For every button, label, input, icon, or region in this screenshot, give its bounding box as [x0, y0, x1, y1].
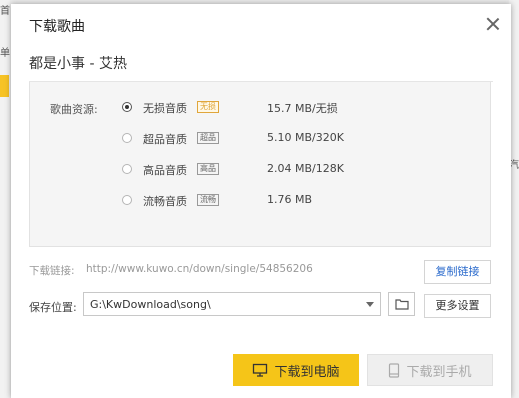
quality-option-label: 超品音质 — [143, 133, 187, 146]
dialog-title: 下载歌曲 — [29, 19, 85, 35]
close-icon[interactable] — [485, 16, 501, 32]
quality-option-label: 流畅音质 — [143, 195, 187, 208]
radio-button[interactable] — [122, 133, 132, 143]
save-path-select[interactable]: G:\KwDownload\song\ — [83, 292, 381, 316]
folder-button[interactable] — [388, 292, 415, 316]
download-to-phone-button[interactable]: 下载到手机 — [367, 354, 493, 386]
background-highlight — [0, 75, 9, 97]
quality-badge: 高品 — [197, 163, 219, 175]
background-hint: 首 — [0, 6, 10, 17]
phone-icon — [389, 362, 400, 378]
radio-button[interactable] — [122, 195, 132, 205]
radio-button[interactable] — [122, 102, 132, 112]
download-to-pc-button[interactable]: 下载到电脑 — [233, 354, 359, 386]
radio-button[interactable] — [122, 164, 132, 174]
quality-badge: 无损 — [197, 101, 219, 113]
quality-size: 1.76 MB — [267, 193, 313, 206]
download-link-label: 下载链接: — [29, 265, 75, 277]
download-to-pc-label: 下载到电脑 — [274, 364, 340, 380]
copy-link-button[interactable]: 复制链接 — [424, 260, 491, 284]
quality-badge: 流畅 — [197, 194, 219, 206]
quality-label: 歌曲资源: — [50, 103, 98, 116]
quality-size: 5.10 MB/320K — [267, 131, 344, 144]
download-dialog: 下载歌曲 都是小事 - 艾热 歌曲资源: 无损音质 无损 15.7 MB/无损 … — [11, 4, 511, 398]
download-link-url: http://www.kuwo.cn/down/single/54856206 — [86, 263, 313, 275]
quality-size: 2.04 MB/128K — [267, 162, 344, 175]
quality-option-label: 无损音质 — [143, 102, 187, 115]
save-location-label: 保存位置: — [29, 301, 77, 314]
quality-panel: 歌曲资源: 无损音质 无损 15.7 MB/无损 超品音质 超品 5.10 MB… — [29, 82, 491, 247]
folder-icon — [395, 299, 409, 310]
background-hint: 单 — [0, 48, 10, 59]
song-title: 都是小事 - 艾热 — [29, 56, 127, 72]
background-left-edge: 首 单 — [0, 0, 10, 398]
quality-size: 15.7 MB/无损 — [267, 102, 338, 115]
more-settings-button[interactable]: 更多设置 — [424, 294, 491, 318]
chevron-down-icon[interactable] — [366, 302, 374, 307]
monitor-icon — [253, 363, 268, 377]
download-to-phone-label: 下载到手机 — [406, 364, 472, 380]
save-path-value: G:\KwDownload\song\ — [90, 298, 211, 311]
quality-badge: 超品 — [197, 132, 219, 144]
quality-option-label: 高品音质 — [143, 164, 187, 177]
